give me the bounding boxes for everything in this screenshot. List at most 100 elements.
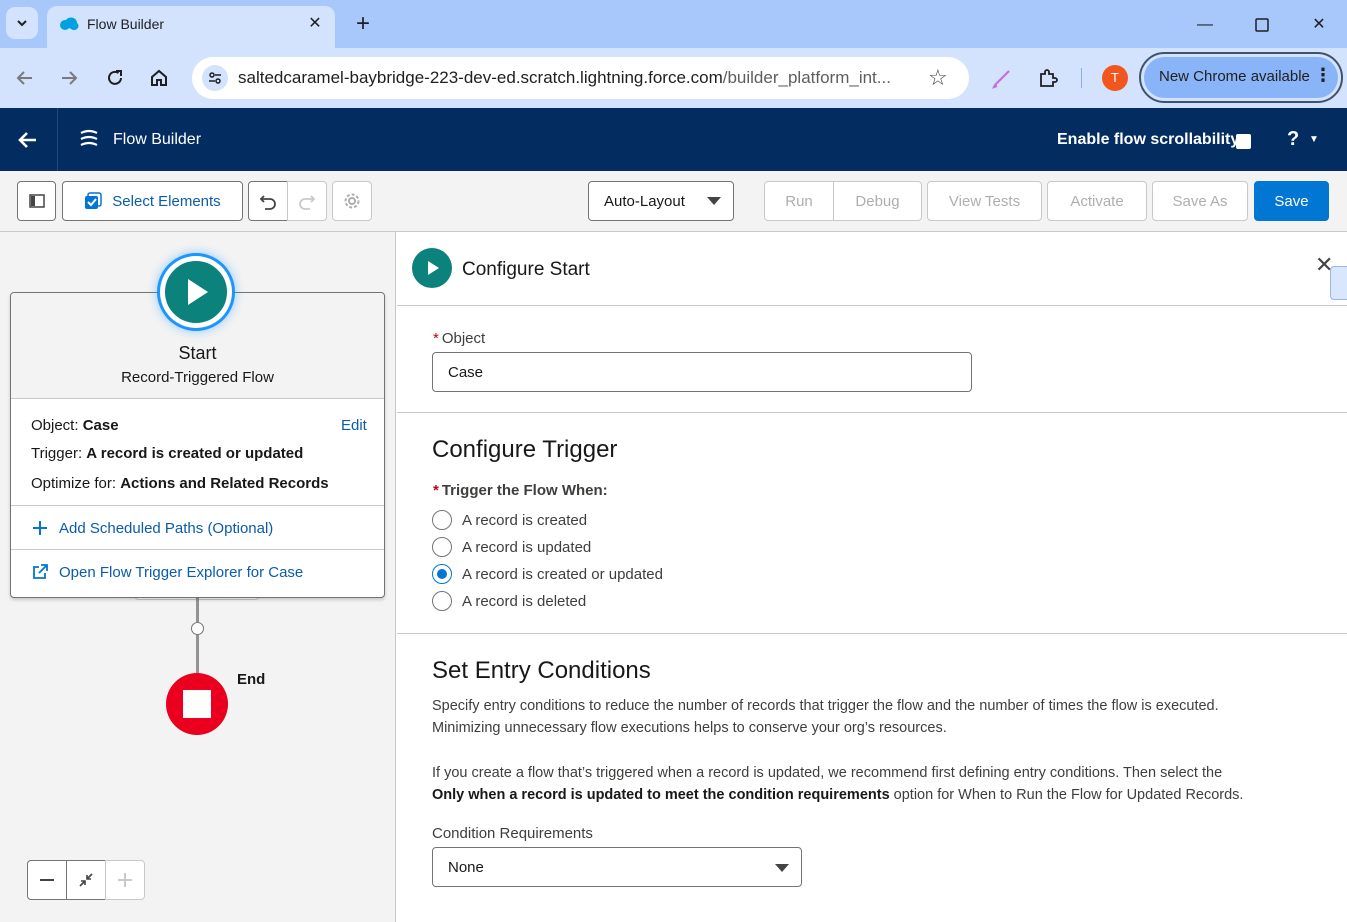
zoom-in-button[interactable]	[105, 860, 145, 900]
start-element-card[interactable]: Start Record-Triggered Flow Object: Case…	[10, 292, 385, 598]
end-node[interactable]	[166, 673, 228, 735]
layout-value: Auto-Layout	[604, 193, 685, 210]
entry-conditions-description: Specify entry conditions to reduce the n…	[432, 695, 1312, 739]
radio-label: A record is created or updated	[462, 565, 663, 583]
radio-label: A record is created	[462, 511, 588, 529]
panel-collapse-tab[interactable]	[1330, 266, 1347, 300]
forward-arrow-icon[interactable]	[55, 64, 83, 92]
start-node[interactable]	[160, 256, 232, 328]
header-divider	[57, 108, 58, 171]
browser-tab[interactable]: Flow Builder ✕	[47, 6, 335, 48]
extensions-puzzle-icon[interactable]	[1036, 66, 1060, 90]
tab-search-button[interactable]	[6, 7, 38, 39]
help-caret-icon[interactable]: ▼	[1309, 134, 1319, 145]
stop-icon	[183, 690, 211, 718]
select-elements-button[interactable]: Select Elements	[62, 181, 243, 221]
play-icon	[412, 248, 452, 288]
new-tab-button[interactable]: +	[350, 12, 376, 38]
minus-icon	[40, 879, 54, 881]
description-line: Specify entry conditions to reduce the n…	[432, 698, 1219, 714]
add-scheduled-paths-label: Add Scheduled Paths (Optional)	[59, 519, 274, 537]
add-scheduled-paths-link[interactable]: Add Scheduled Paths (Optional)	[31, 519, 273, 537]
close-window-icon[interactable]: ✕	[1304, 12, 1334, 38]
radio-label: A record is deleted	[462, 592, 587, 610]
description-line: Minimizing unnecessary flow executions h…	[432, 720, 947, 736]
activate-button[interactable]: Activate	[1047, 181, 1147, 221]
recommendation-bold: Only when a record is updated to meet th…	[432, 787, 890, 803]
radio-option-created[interactable]: A record is created	[432, 510, 587, 530]
toolbar-divider	[1081, 68, 1082, 88]
required-marker: *	[433, 330, 439, 347]
undo-icon	[259, 195, 276, 210]
trigger-when-label-text: Trigger the Flow When:	[441, 482, 608, 499]
contract-icon	[79, 873, 93, 887]
toggle-panel-button[interactable]	[17, 181, 56, 221]
salesforce-cloud-icon	[60, 17, 79, 30]
address-bar[interactable]: saltedcaramel-baybridge-223-dev-ed.scrat…	[192, 57, 969, 99]
object-input[interactable]: Case	[432, 352, 972, 392]
home-icon[interactable]	[145, 64, 173, 92]
panel-icon	[28, 194, 45, 208]
trigger-value: A record is created or updated	[86, 445, 304, 462]
close-tab-icon[interactable]: ✕	[305, 14, 325, 34]
object-label: Object:	[31, 417, 79, 434]
open-trigger-explorer-link[interactable]: Open Flow Trigger Explorer for Case	[31, 563, 303, 581]
undo-button[interactable]	[248, 181, 288, 221]
edit-link[interactable]: Edit	[341, 417, 367, 434]
section-divider	[397, 412, 1347, 413]
end-label: End	[237, 671, 266, 688]
zoom-controls	[27, 860, 145, 900]
bookmark-star-icon[interactable]: ☆	[928, 65, 948, 91]
object-field-label-text: Object	[441, 330, 486, 347]
redo-button[interactable]	[287, 181, 327, 221]
required-marker: *	[433, 482, 439, 499]
pen-extension-icon[interactable]	[990, 66, 1014, 90]
chevron-down-icon	[775, 864, 789, 872]
maximize-icon[interactable]	[1247, 12, 1277, 38]
kebab-menu-icon[interactable]: ⋮	[1314, 65, 1332, 86]
save-as-button[interactable]: Save As	[1152, 181, 1248, 221]
fit-view-button[interactable]	[66, 860, 106, 900]
entry-conditions-heading: Set Entry Conditions	[432, 657, 651, 684]
run-button[interactable]: Run	[764, 181, 834, 221]
chevron-down-icon	[17, 20, 27, 27]
radio-button[interactable]	[432, 564, 452, 584]
minimize-icon[interactable]: —	[1190, 12, 1220, 38]
connector-line	[196, 635, 199, 673]
scrollability-checkbox[interactable]	[1236, 134, 1251, 149]
url-host: saltedcaramel-baybridge-223-dev-ed.scrat…	[238, 68, 723, 87]
optimize-value: Actions and Related Records	[120, 475, 329, 492]
debug-button[interactable]: Debug	[833, 181, 922, 221]
condition-requirements-select[interactable]: None	[432, 847, 802, 887]
optimize-label: Optimize for:	[31, 475, 117, 492]
plus-icon	[118, 873, 132, 887]
radio-option-deleted[interactable]: A record is deleted	[432, 591, 586, 611]
radio-button[interactable]	[432, 510, 452, 530]
recommendation-line: If you create a flow that’s triggered wh…	[432, 765, 1223, 781]
object-value: Case	[82, 417, 119, 434]
back-arrow-icon[interactable]	[11, 64, 39, 92]
flow-canvas[interactable]: Start Record-Triggered Flow Object: Case…	[0, 232, 396, 922]
layout-select[interactable]: Auto-Layout	[588, 181, 734, 221]
zoom-out-button[interactable]	[27, 860, 67, 900]
back-arrow-icon[interactable]	[14, 126, 42, 154]
radio-option-created-or-updated[interactable]: A record is created or updated	[432, 564, 663, 584]
trigger-when-label: * Trigger the Flow When:	[433, 482, 608, 499]
recommendation-line-2: Only when a record is updated to meet th…	[432, 784, 1312, 806]
add-element-node[interactable]	[191, 622, 204, 635]
radio-option-updated[interactable]: A record is updated	[432, 537, 591, 557]
browser-tab-strip: Flow Builder ✕ + — ✕	[0, 0, 1347, 48]
help-icon[interactable]: ?	[1287, 128, 1299, 151]
flow-builder-header: Flow Builder Enable flow scrollability ?…	[0, 108, 1347, 171]
chrome-update-button[interactable]: New Chrome available ⋮	[1139, 52, 1343, 103]
site-info-icon[interactable]	[202, 65, 228, 91]
radio-button[interactable]	[432, 537, 452, 557]
save-button[interactable]: Save	[1254, 181, 1329, 221]
profile-avatar[interactable]: T	[1102, 65, 1128, 91]
radio-button[interactable]	[432, 591, 452, 611]
header-title: Flow Builder	[113, 131, 202, 148]
object-input-value: Case	[448, 364, 484, 381]
reload-icon[interactable]	[101, 64, 129, 92]
view-tests-button[interactable]: View Tests	[927, 181, 1042, 221]
settings-button[interactable]	[332, 181, 372, 221]
